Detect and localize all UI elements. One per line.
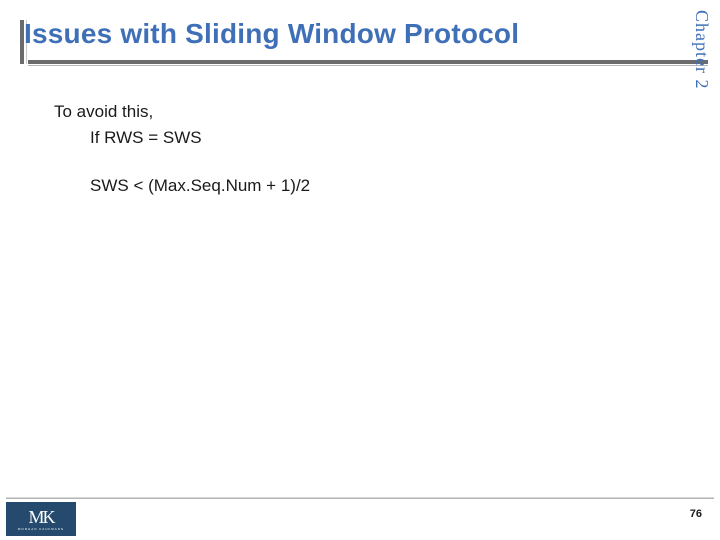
content-spacer [54, 152, 680, 174]
title-underline [0, 60, 720, 66]
logo-main-text: MK [28, 508, 53, 526]
slide-title: Issues with Sliding Window Protocol [24, 18, 690, 50]
chapter-label: Chapter 2 [691, 10, 712, 89]
content-line-3: SWS < (Max.Seq.Num + 1)/2 [54, 174, 680, 198]
content-line-1: To avoid this, [54, 100, 680, 124]
title-underline-thin [28, 65, 708, 66]
logo-sub-text: MORGAN KAUFMANN [18, 527, 64, 531]
content-area: To avoid this, If RWS = SWS SWS < (Max.S… [54, 100, 680, 199]
publisher-logo: MK MORGAN KAUFMANN [6, 502, 76, 536]
page-number: 76 [690, 508, 702, 520]
footer: MK MORGAN KAUFMANN 76 [0, 498, 720, 540]
slide-container: Issues with Sliding Window Protocol Chap… [0, 0, 720, 540]
content-line-2: If RWS = SWS [54, 126, 680, 150]
footer-divider [6, 498, 714, 499]
title-underline-thick [28, 60, 708, 64]
title-area: Issues with Sliding Window Protocol [24, 18, 690, 50]
